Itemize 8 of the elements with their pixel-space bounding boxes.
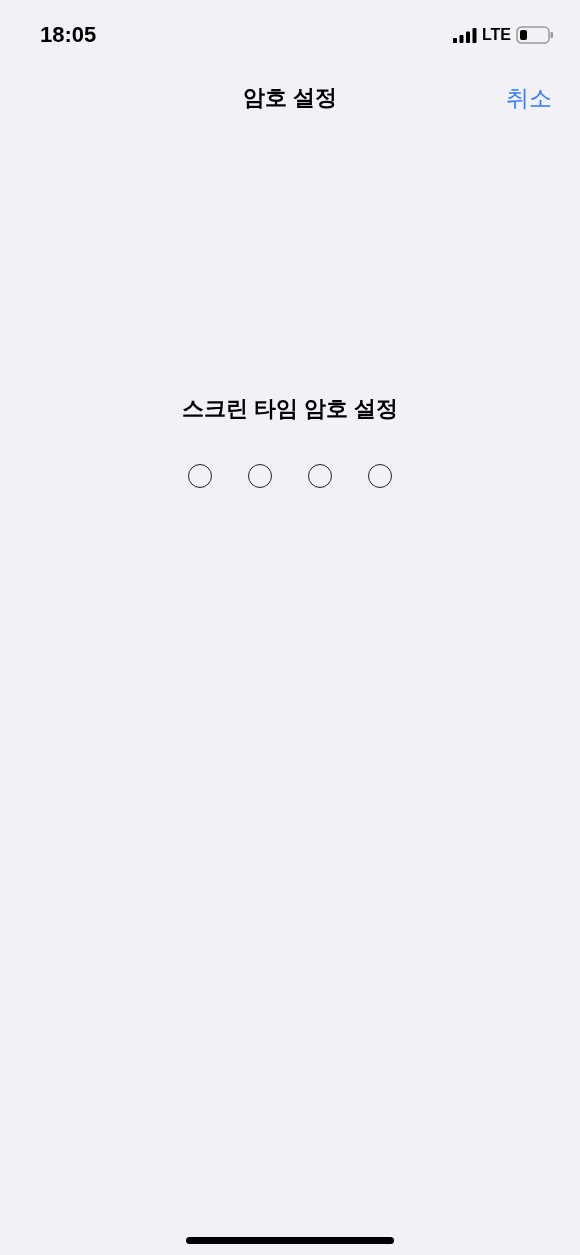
home-indicator[interactable]: [186, 1237, 394, 1244]
passcode-prompt: 스크린 타임 암호 설정: [181, 395, 399, 423]
network-label: LTE: [481, 26, 511, 44]
battery-icon: [516, 26, 554, 44]
cancel-button[interactable]: 취소: [506, 83, 552, 114]
nav-title: 암호 설정: [242, 84, 338, 112]
signal-icon: [452, 27, 477, 43]
status-time: 18:05: [40, 22, 97, 48]
